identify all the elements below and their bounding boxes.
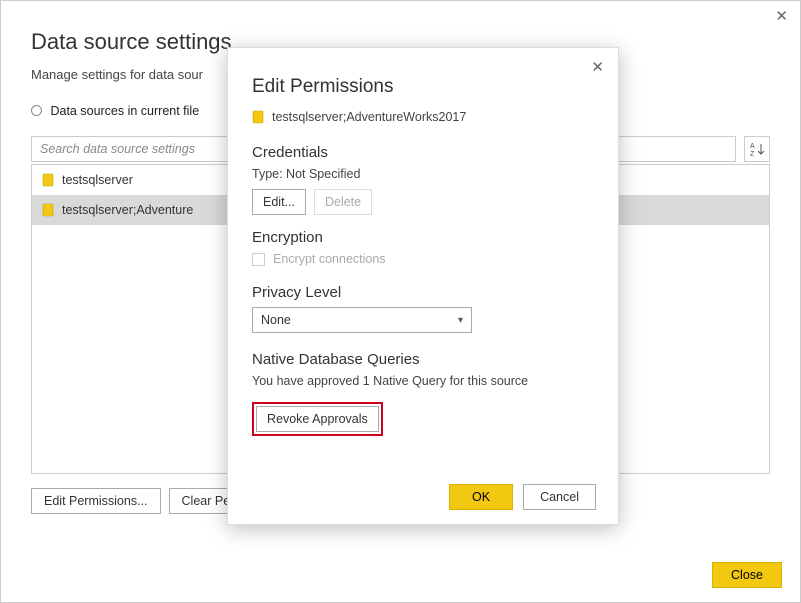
credentials-heading: Credentials	[252, 144, 594, 161]
credentials-type: Type: Not Specified	[252, 167, 594, 181]
native-queries-heading: Native Database Queries	[252, 351, 594, 368]
edit-permissions-button[interactable]: Edit Permissions...	[31, 488, 161, 514]
close-icon[interactable]: ✕	[775, 7, 788, 25]
edit-permissions-dialog: ✕ Edit Permissions testsqlserver;Adventu…	[227, 47, 619, 525]
database-icon	[42, 203, 54, 217]
search-placeholder: Search data source settings	[40, 142, 195, 156]
dialog-title: Edit Permissions	[252, 76, 594, 98]
database-icon	[252, 110, 264, 124]
encrypt-checkbox	[252, 253, 265, 266]
radio-label: Data sources in current file	[50, 104, 199, 118]
delete-credentials-button: Delete	[314, 189, 372, 215]
radio-icon	[31, 105, 42, 116]
encryption-heading: Encryption	[252, 229, 594, 246]
svg-text:A: A	[750, 143, 755, 150]
svg-text:Z: Z	[750, 151, 755, 157]
privacy-heading: Privacy Level	[252, 284, 594, 301]
cancel-button[interactable]: Cancel	[523, 484, 596, 510]
source-name: testsqlserver;AdventureWorks2017	[272, 110, 466, 124]
revoke-highlight: Revoke Approvals	[252, 402, 383, 436]
encrypt-label: Encrypt connections	[273, 252, 386, 266]
revoke-approvals-button[interactable]: Revoke Approvals	[256, 406, 379, 432]
database-icon	[42, 173, 54, 187]
privacy-level-value: None	[261, 313, 291, 327]
native-queries-msg: You have approved 1 Native Query for thi…	[252, 374, 594, 388]
chevron-down-icon: ▾	[458, 315, 463, 326]
sort-az-icon: A Z	[749, 141, 765, 157]
ok-button[interactable]: OK	[449, 484, 513, 510]
privacy-level-select[interactable]: None ▾	[252, 307, 472, 333]
edit-credentials-button[interactable]: Edit...	[252, 189, 306, 215]
sort-button[interactable]: A Z	[744, 136, 770, 162]
close-button[interactable]: Close	[712, 562, 782, 588]
list-item-label: testsqlserver;Adventure	[62, 203, 193, 217]
close-icon[interactable]: ✕	[591, 58, 604, 76]
list-item-label: testsqlserver	[62, 173, 133, 187]
